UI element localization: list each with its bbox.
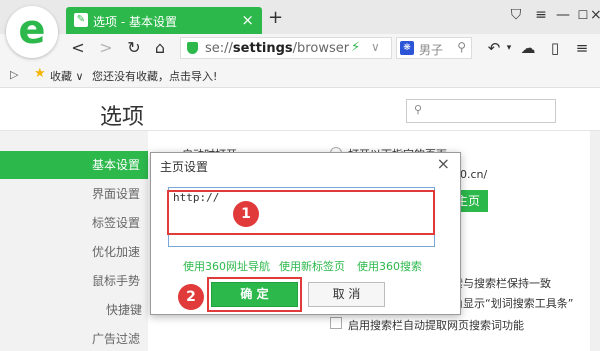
sidebar-item-optimize[interactable]: 优化加速 (0, 238, 148, 266)
star-icon: ★ (34, 66, 46, 81)
settings-sidebar: 基本设置 界面设置 标签设置 优化加速 鼠标手势 快捷键 广告过滤 (0, 131, 148, 351)
close-window-button[interactable]: × (590, 6, 600, 24)
tab-title: 选项 - 基本设置 (93, 15, 177, 29)
e-logo-icon: e (18, 7, 46, 53)
sidebar-item-adblock[interactable]: 广告过滤 (0, 325, 148, 351)
cancel-button[interactable]: 取 消 (308, 282, 385, 307)
refresh-button[interactable]: ↻ (124, 37, 144, 59)
annotation-badge-1: 1 (233, 201, 259, 227)
main-menu-icon[interactable]: ≡ (572, 37, 592, 59)
address-bar[interactable]: se://settings/browser ⚡ ∨ (180, 37, 392, 59)
dialog-close-icon[interactable]: × (437, 155, 450, 173)
search-box[interactable]: ❋ 男子 ⚲ (396, 37, 472, 59)
cloud-icon[interactable]: ☁ (518, 37, 538, 59)
sidebar-toggle-icon[interactable]: ▷ (10, 68, 18, 81)
annotation-box-ok (207, 277, 302, 312)
undo-dropdown-icon[interactable]: ▾ (499, 37, 519, 59)
search-icon[interactable]: ⚲ (457, 40, 466, 54)
sidebar-item-interface[interactable]: 界面设置 (0, 180, 148, 208)
menu-icon[interactable]: ≡ (531, 6, 551, 24)
baidu-paw-icon[interactable]: ❋ (400, 41, 414, 55)
page-title: 选项 (100, 105, 145, 130)
sidebar-item-mouse-gestures[interactable]: 鼠标手势 (0, 267, 148, 295)
search-icon: ⚲ (414, 103, 423, 116)
word-search-option-text: 角显示“划词搜索工具条” (452, 297, 574, 310)
tab-settings[interactable]: ✎ 选项 - 基本设置 × (66, 7, 262, 34)
sidebar-item-shortcuts[interactable]: 快捷键 (0, 296, 148, 324)
homepage-url-fragment: 0.cn/ (460, 168, 488, 181)
dialog-title: 主页设置 (160, 160, 209, 174)
lightning-icon[interactable]: ⚡ (351, 40, 360, 55)
tab-close-icon[interactable]: × (241, 11, 254, 29)
new-tab-button[interactable]: + (268, 8, 283, 28)
sidebar-item-tabs[interactable]: 标签设置 (0, 209, 148, 237)
homepage-preset-links: 使用360网址导航 使用新标签页 使用360搜索 (183, 258, 433, 274)
sidebar-item-basic[interactable]: 基本设置 (0, 151, 148, 179)
bookmarks-bar: ▷ ★ 收藏 ∨ 您还没有收藏，点击导入! (0, 62, 600, 88)
forward-button[interactable]: > (96, 37, 116, 59)
title-bar: ✎ 选项 - 基本设置 × + ⛉ ≡ — ☐ × (0, 0, 600, 34)
use-new-tab-link[interactable]: 使用新标签页 (279, 258, 345, 274)
url-text: se://settings/browser (205, 41, 350, 56)
auto-extract-checkbox[interactable] (330, 317, 342, 329)
auto-extract-option-text: 启用搜索栏自动提取网页搜索词功能 (348, 319, 524, 332)
scrollbar[interactable] (590, 131, 600, 351)
address-dropdown-icon[interactable]: ∨ (371, 40, 380, 54)
annotation-badge-2: 2 (178, 284, 204, 310)
shield-icon (187, 42, 198, 54)
navigation-toolbar: < > ↻ ⌂ se://settings/browser ⚡ ∨ ❋ 男子 ⚲… (0, 34, 600, 62)
phone-icon[interactable]: ▯ (545, 37, 565, 59)
settings-search-input[interactable]: ⚲ (406, 99, 556, 123)
back-button[interactable]: < (68, 37, 88, 59)
bookmarks-menu[interactable]: 收藏 ∨ (50, 68, 84, 84)
use-360-search-link[interactable]: 使用360搜索 (357, 258, 422, 274)
minimize-button[interactable]: — (553, 6, 573, 24)
use-360-navigation-link[interactable]: 使用360网址导航 (183, 258, 270, 274)
wrench-icon: ✎ (74, 13, 88, 27)
home-button[interactable]: ⌂ (150, 37, 170, 59)
search-text: 男子 (419, 43, 444, 57)
browser-logo[interactable]: e (6, 6, 58, 58)
annotation-box-input (167, 190, 435, 235)
bookmarks-import-hint[interactable]: 您还没有收藏，点击导入! (92, 68, 217, 84)
search-sync-option-text: 索与搜索栏保持一致 (452, 277, 551, 290)
skin-icon[interactable]: ⛉ (506, 6, 526, 24)
